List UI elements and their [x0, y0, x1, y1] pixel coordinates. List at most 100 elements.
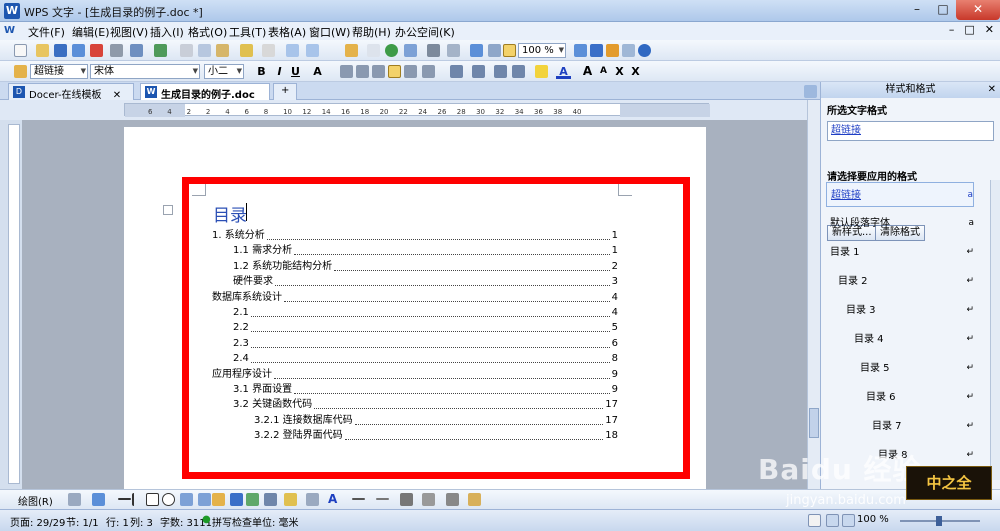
- menu-office-space[interactable]: 办公空间(K): [395, 24, 455, 40]
- tab-docer-templates[interactable]: D Docer-在线模板 ✕: [8, 83, 134, 101]
- save-as-icon[interactable]: [72, 44, 85, 57]
- shadow-icon[interactable]: [422, 493, 435, 506]
- print-icon[interactable]: [110, 44, 123, 57]
- style-select[interactable]: 超链接 ▼: [30, 64, 88, 79]
- vertical-scrollbar[interactable]: [807, 100, 820, 489]
- style-item[interactable]: 超链接 a: [826, 182, 974, 207]
- gift-icon[interactable]: [622, 44, 635, 57]
- menu-tools[interactable]: 工具(T): [229, 24, 266, 40]
- arrow-style-icon[interactable]: [400, 493, 413, 506]
- paste-icon[interactable]: [216, 44, 229, 57]
- open-folder-icon[interactable]: [36, 44, 49, 57]
- char-border-button[interactable]: A: [310, 64, 325, 79]
- cut-icon[interactable]: [180, 44, 193, 57]
- draw-menu-button[interactable]: 绘图(R): [18, 493, 53, 508]
- dash-style-icon[interactable]: [376, 498, 389, 500]
- undo-icon[interactable]: [286, 44, 299, 57]
- status-page[interactable]: 页面: 29/29: [10, 514, 65, 529]
- bullets-icon[interactable]: [472, 65, 485, 78]
- save-icon[interactable]: [54, 44, 67, 57]
- new-doc-icon[interactable]: [14, 44, 27, 57]
- ellipse-icon[interactable]: [162, 493, 175, 506]
- window-icon[interactable]: [574, 44, 587, 57]
- style-item[interactable]: 目录 5 ↵: [826, 356, 974, 381]
- reading-mode-icon[interactable]: [503, 44, 516, 57]
- doc-close-button[interactable]: ✕: [985, 23, 994, 36]
- formula-icon[interactable]: [367, 44, 380, 57]
- maximize-button[interactable]: □: [930, 0, 956, 20]
- vertical-ruler[interactable]: [8, 124, 20, 484]
- menu-file[interactable]: 文件(F): [28, 24, 65, 40]
- line-style-icon[interactable]: [352, 498, 365, 500]
- status-zoom[interactable]: 100 %: [857, 514, 889, 525]
- menu-table[interactable]: 表格(A): [268, 24, 306, 40]
- rectangle-icon[interactable]: [146, 493, 159, 506]
- style-item[interactable]: 目录 4 ↵: [826, 327, 974, 352]
- fill-color-icon[interactable]: [284, 493, 297, 506]
- line-spacing-icon[interactable]: [422, 65, 435, 78]
- drawbar-font-color-icon[interactable]: A: [328, 493, 341, 506]
- new-tab-button[interactable]: +: [273, 83, 297, 100]
- line-icon[interactable]: [118, 498, 131, 500]
- select-pointer-icon[interactable]: [68, 493, 81, 506]
- wordart-icon[interactable]: [230, 493, 243, 506]
- align-center-icon[interactable]: [356, 65, 369, 78]
- menu-view[interactable]: 视图(V): [110, 24, 148, 40]
- simp-trad-icon[interactable]: [262, 44, 275, 57]
- diagram-icon[interactable]: [264, 493, 277, 506]
- superscript-button[interactable]: X: [612, 64, 627, 79]
- close-icon[interactable]: ✕: [988, 82, 996, 98]
- autoshapes-icon[interactable]: [92, 493, 105, 506]
- bold-button[interactable]: B: [254, 64, 269, 79]
- style-item[interactable]: 目录 7 ↵: [826, 414, 974, 439]
- doc-minimize-button[interactable]: –: [949, 23, 955, 36]
- 3d-icon[interactable]: [446, 493, 459, 506]
- spellcheck-icon[interactable]: [154, 44, 167, 57]
- decrease-indent-icon[interactable]: [494, 65, 507, 78]
- scrollbar-thumb[interactable]: [809, 408, 819, 438]
- panel-toggle-icon[interactable]: [804, 85, 817, 98]
- panel-scrollbar[interactable]: [990, 180, 1000, 480]
- menu-insert[interactable]: 插入(I): [150, 24, 184, 40]
- style-item[interactable]: 默认段落字体 a: [826, 211, 974, 236]
- arrow-icon[interactable]: [132, 493, 145, 506]
- font-size-select[interactable]: 小二 ▼: [204, 64, 244, 79]
- vertical-textbox-icon[interactable]: [198, 493, 211, 506]
- share-icon[interactable]: [606, 44, 619, 57]
- show-marks-icon[interactable]: [447, 44, 460, 57]
- status-spellcheck[interactable]: 拼写检查: [212, 514, 252, 529]
- increase-indent-icon[interactable]: [512, 65, 525, 78]
- shrink-font-button[interactable]: A: [596, 64, 611, 79]
- numbering-icon[interactable]: [450, 65, 463, 78]
- font-color-button[interactable]: A: [556, 64, 571, 79]
- tab-current-document[interactable]: W 生成目录的例子.doc * ✕: [140, 83, 270, 112]
- print-preview-icon[interactable]: [130, 44, 143, 57]
- subscript-button[interactable]: X: [628, 64, 643, 79]
- selected-format-box[interactable]: 超链接: [827, 121, 994, 141]
- zoom-slider-handle[interactable]: [936, 516, 942, 526]
- underline-button[interactable]: U: [288, 64, 303, 79]
- insert-picture-icon[interactable]: [385, 44, 398, 57]
- line-color-icon[interactable]: [306, 493, 319, 506]
- minimize-button[interactable]: –: [904, 0, 930, 20]
- horizontal-ruler[interactable]: 6 4 2 2 4 6 8 10 12 14 16 18 20 22 24 26 28 30 32 34 36 38 40: [124, 103, 710, 117]
- grow-font-button[interactable]: A: [580, 64, 595, 79]
- close-button[interactable]: ✕: [956, 0, 1000, 20]
- outline-icon[interactable]: [488, 44, 501, 57]
- text-box-icon[interactable]: [404, 44, 417, 57]
- picture-icon[interactable]: [246, 493, 259, 506]
- menu-edit[interactable]: 编辑(E): [72, 24, 110, 40]
- redo-icon[interactable]: [306, 44, 319, 57]
- style-item[interactable]: 目录 2 ↵: [826, 269, 974, 294]
- wps-app-icon[interactable]: W: [4, 3, 20, 19]
- highlight-icon[interactable]: [535, 65, 548, 78]
- outline-view-icon[interactable]: [842, 514, 855, 527]
- distribute-icon[interactable]: [404, 65, 417, 78]
- navigation-icon[interactable]: [470, 44, 483, 57]
- copy-icon[interactable]: [198, 44, 211, 57]
- help-icon[interactable]: [638, 44, 651, 57]
- italic-button[interactable]: I: [272, 64, 287, 79]
- web-view-icon[interactable]: [826, 514, 839, 527]
- docer-icon[interactable]: [590, 44, 603, 57]
- menu-window[interactable]: 窗口(W): [309, 24, 350, 40]
